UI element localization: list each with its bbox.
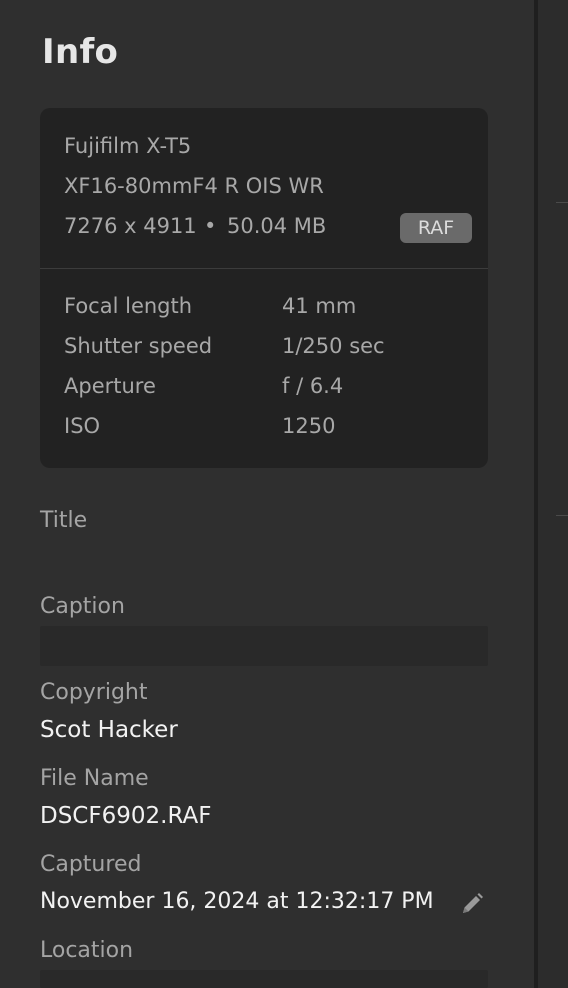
caption-input[interactable] bbox=[40, 626, 488, 666]
exif-value-aperture: f / 6.4 bbox=[282, 374, 344, 398]
dot-separator: • bbox=[204, 214, 217, 238]
file-size: 50.04 MB bbox=[227, 214, 327, 238]
captured-value: November 16, 2024 at 12:32:17 PM bbox=[40, 889, 434, 914]
exif-label-aperture: Aperture bbox=[64, 374, 156, 398]
title-label: Title bbox=[40, 508, 88, 533]
location-label: Location bbox=[40, 938, 134, 963]
filename-value[interactable]: DSCF6902.RAF bbox=[40, 803, 211, 829]
info-panel: Info Fujifilm X-T5 XF16-80mmF4 R OIS WR … bbox=[0, 0, 534, 988]
panel-title: Info bbox=[42, 32, 119, 72]
edge-rule bbox=[556, 202, 568, 203]
image-dimensions: 7276 x 4911 bbox=[64, 214, 197, 238]
pencil-icon[interactable] bbox=[458, 890, 486, 918]
location-input[interactable] bbox=[40, 970, 488, 988]
captured-label: Captured bbox=[40, 852, 142, 877]
file-format-badge: RAF bbox=[400, 213, 472, 243]
copyright-label: Copyright bbox=[40, 680, 148, 705]
caption-label: Caption bbox=[40, 594, 125, 619]
edge-rule bbox=[556, 515, 568, 516]
adjacent-panel-edge bbox=[538, 0, 568, 988]
exif-label-shutter-speed: Shutter speed bbox=[64, 334, 213, 358]
exif-value-focal-length: 41 mm bbox=[282, 294, 357, 318]
exif-value-shutter-speed: 1/250 sec bbox=[282, 334, 385, 358]
exif-value-iso: 1250 bbox=[282, 414, 336, 438]
lens-name: XF16-80mmF4 R OIS WR bbox=[64, 174, 324, 198]
filename-label: File Name bbox=[40, 766, 149, 791]
exif-label-focal-length: Focal length bbox=[64, 294, 193, 318]
copyright-value[interactable]: Scot Hacker bbox=[40, 717, 178, 743]
metadata-card: Fujifilm X-T5 XF16-80mmF4 R OIS WR 7276 … bbox=[40, 108, 488, 468]
card-divider bbox=[40, 268, 488, 269]
exif-label-iso: ISO bbox=[64, 414, 101, 438]
camera-model: Fujifilm X-T5 bbox=[64, 134, 192, 158]
